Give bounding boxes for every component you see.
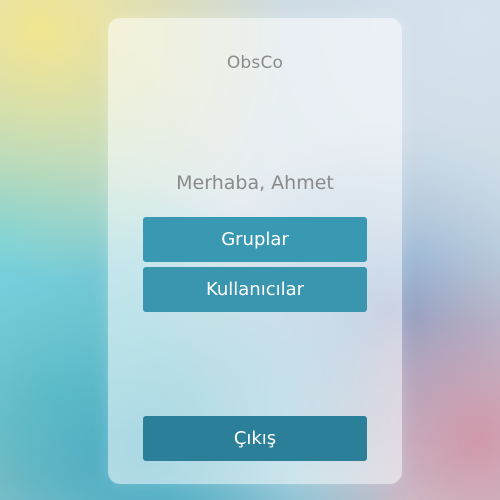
greeting-text: Merhaba, Ahmet — [176, 172, 334, 194]
groups-button[interactable]: Gruplar — [143, 217, 367, 262]
logout-button[interactable]: Çıkış — [143, 416, 367, 461]
users-button[interactable]: Kullanıcılar — [143, 267, 367, 312]
app-title: ObsCo — [226, 53, 284, 73]
app-card: ObsCo Merhaba, Ahmet Gruplar Kullanıcıla… — [108, 18, 402, 484]
